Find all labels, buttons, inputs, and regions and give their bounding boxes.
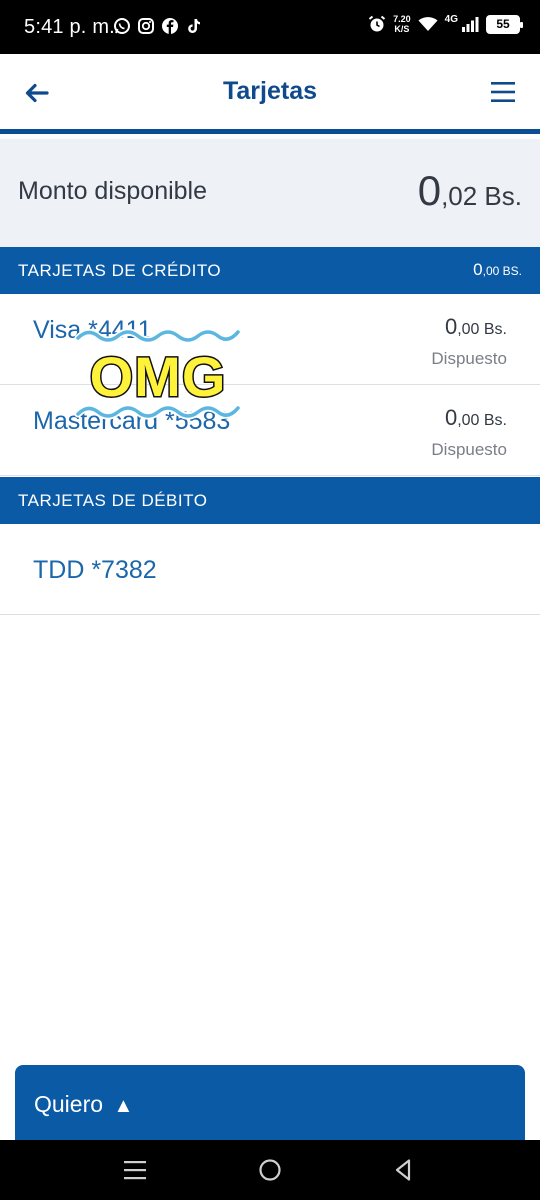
- back-triangle-icon[interactable]: [391, 1157, 417, 1183]
- omg-sticker-text: OMG: [90, 345, 227, 408]
- available-balance-panel: Monto disponible 0,02 Bs.: [0, 139, 540, 247]
- facebook-icon: [162, 18, 178, 34]
- card-amount-int: 0: [444, 405, 458, 430]
- wifi-icon: [418, 17, 438, 31]
- status-time: 5:41 p. m.: [24, 16, 115, 38]
- speed-unit: K/S: [394, 24, 410, 34]
- omg-sticker: OMG: [74, 328, 242, 420]
- available-amount-int: 0: [417, 167, 442, 214]
- system-status: 7.20 K/S 4G 55: [368, 13, 523, 34]
- available-amount: 0,02 Bs.: [418, 167, 522, 215]
- signal-icon: [462, 17, 479, 32]
- quiero-text: Quiero: [34, 1091, 104, 1117]
- status-bar: 5:41 p. m. 7.20 K/S 4G 55: [0, 0, 540, 54]
- card-amount: 0,00 Bs.: [445, 405, 507, 431]
- app-header: Tarjetas: [0, 54, 540, 134]
- card-name: TDD *7382: [33, 556, 157, 584]
- caret-up-icon: ▲: [113, 1095, 134, 1117]
- alarm-icon: [368, 15, 386, 32]
- quiero-label: Quiero ▲: [34, 1091, 133, 1118]
- home-icon[interactable]: [257, 1157, 283, 1183]
- page-title: Tarjetas: [222, 77, 318, 105]
- card-status: Dispuesto: [431, 349, 507, 368]
- card-status: Dispuesto: [431, 440, 507, 459]
- tiktok-icon: [188, 19, 200, 33]
- available-amount-dec: ,02 Bs.: [441, 181, 522, 211]
- credit-cards-header: TARJETAS DE CRÉDITO 0,00 BS.: [0, 247, 540, 294]
- card-amount-dec: ,00 Bs.: [457, 412, 507, 429]
- credit-total-dec: ,00 BS.: [482, 264, 522, 278]
- instagram-icon: [138, 18, 154, 34]
- hamburger-menu-icon[interactable]: [490, 80, 516, 104]
- navigation-bar: [0, 1140, 540, 1200]
- notification-icons: [113, 17, 203, 35]
- available-label: Monto disponible: [18, 177, 208, 205]
- card-amount-int: 0: [444, 314, 458, 339]
- quiero-bottom-sheet[interactable]: Quiero ▲: [15, 1065, 525, 1145]
- card-row-tdd[interactable]: TDD *7382: [0, 524, 540, 615]
- network-type: 4G: [444, 13, 458, 25]
- card-amount: 0,00 Bs.: [445, 314, 507, 340]
- network-speed: 7.20 K/S: [393, 14, 411, 34]
- credit-section-title: TARJETAS DE CRÉDITO: [18, 261, 222, 280]
- debit-cards-header: TARJETAS DE DÉBITO: [0, 477, 540, 524]
- battery-icon: 55: [486, 14, 523, 34]
- whatsapp-icon: [114, 18, 130, 34]
- recent-apps-icon[interactable]: [122, 1157, 148, 1183]
- speed-value: 7.20: [393, 14, 411, 24]
- credit-section-total: 0,00 BS.: [473, 260, 522, 280]
- battery-level: 55: [496, 17, 510, 31]
- credit-total-int: 0: [473, 260, 483, 279]
- card-amount-dec: ,00 Bs.: [457, 321, 507, 338]
- debit-section-title: TARJETAS DE DÉBITO: [18, 491, 208, 510]
